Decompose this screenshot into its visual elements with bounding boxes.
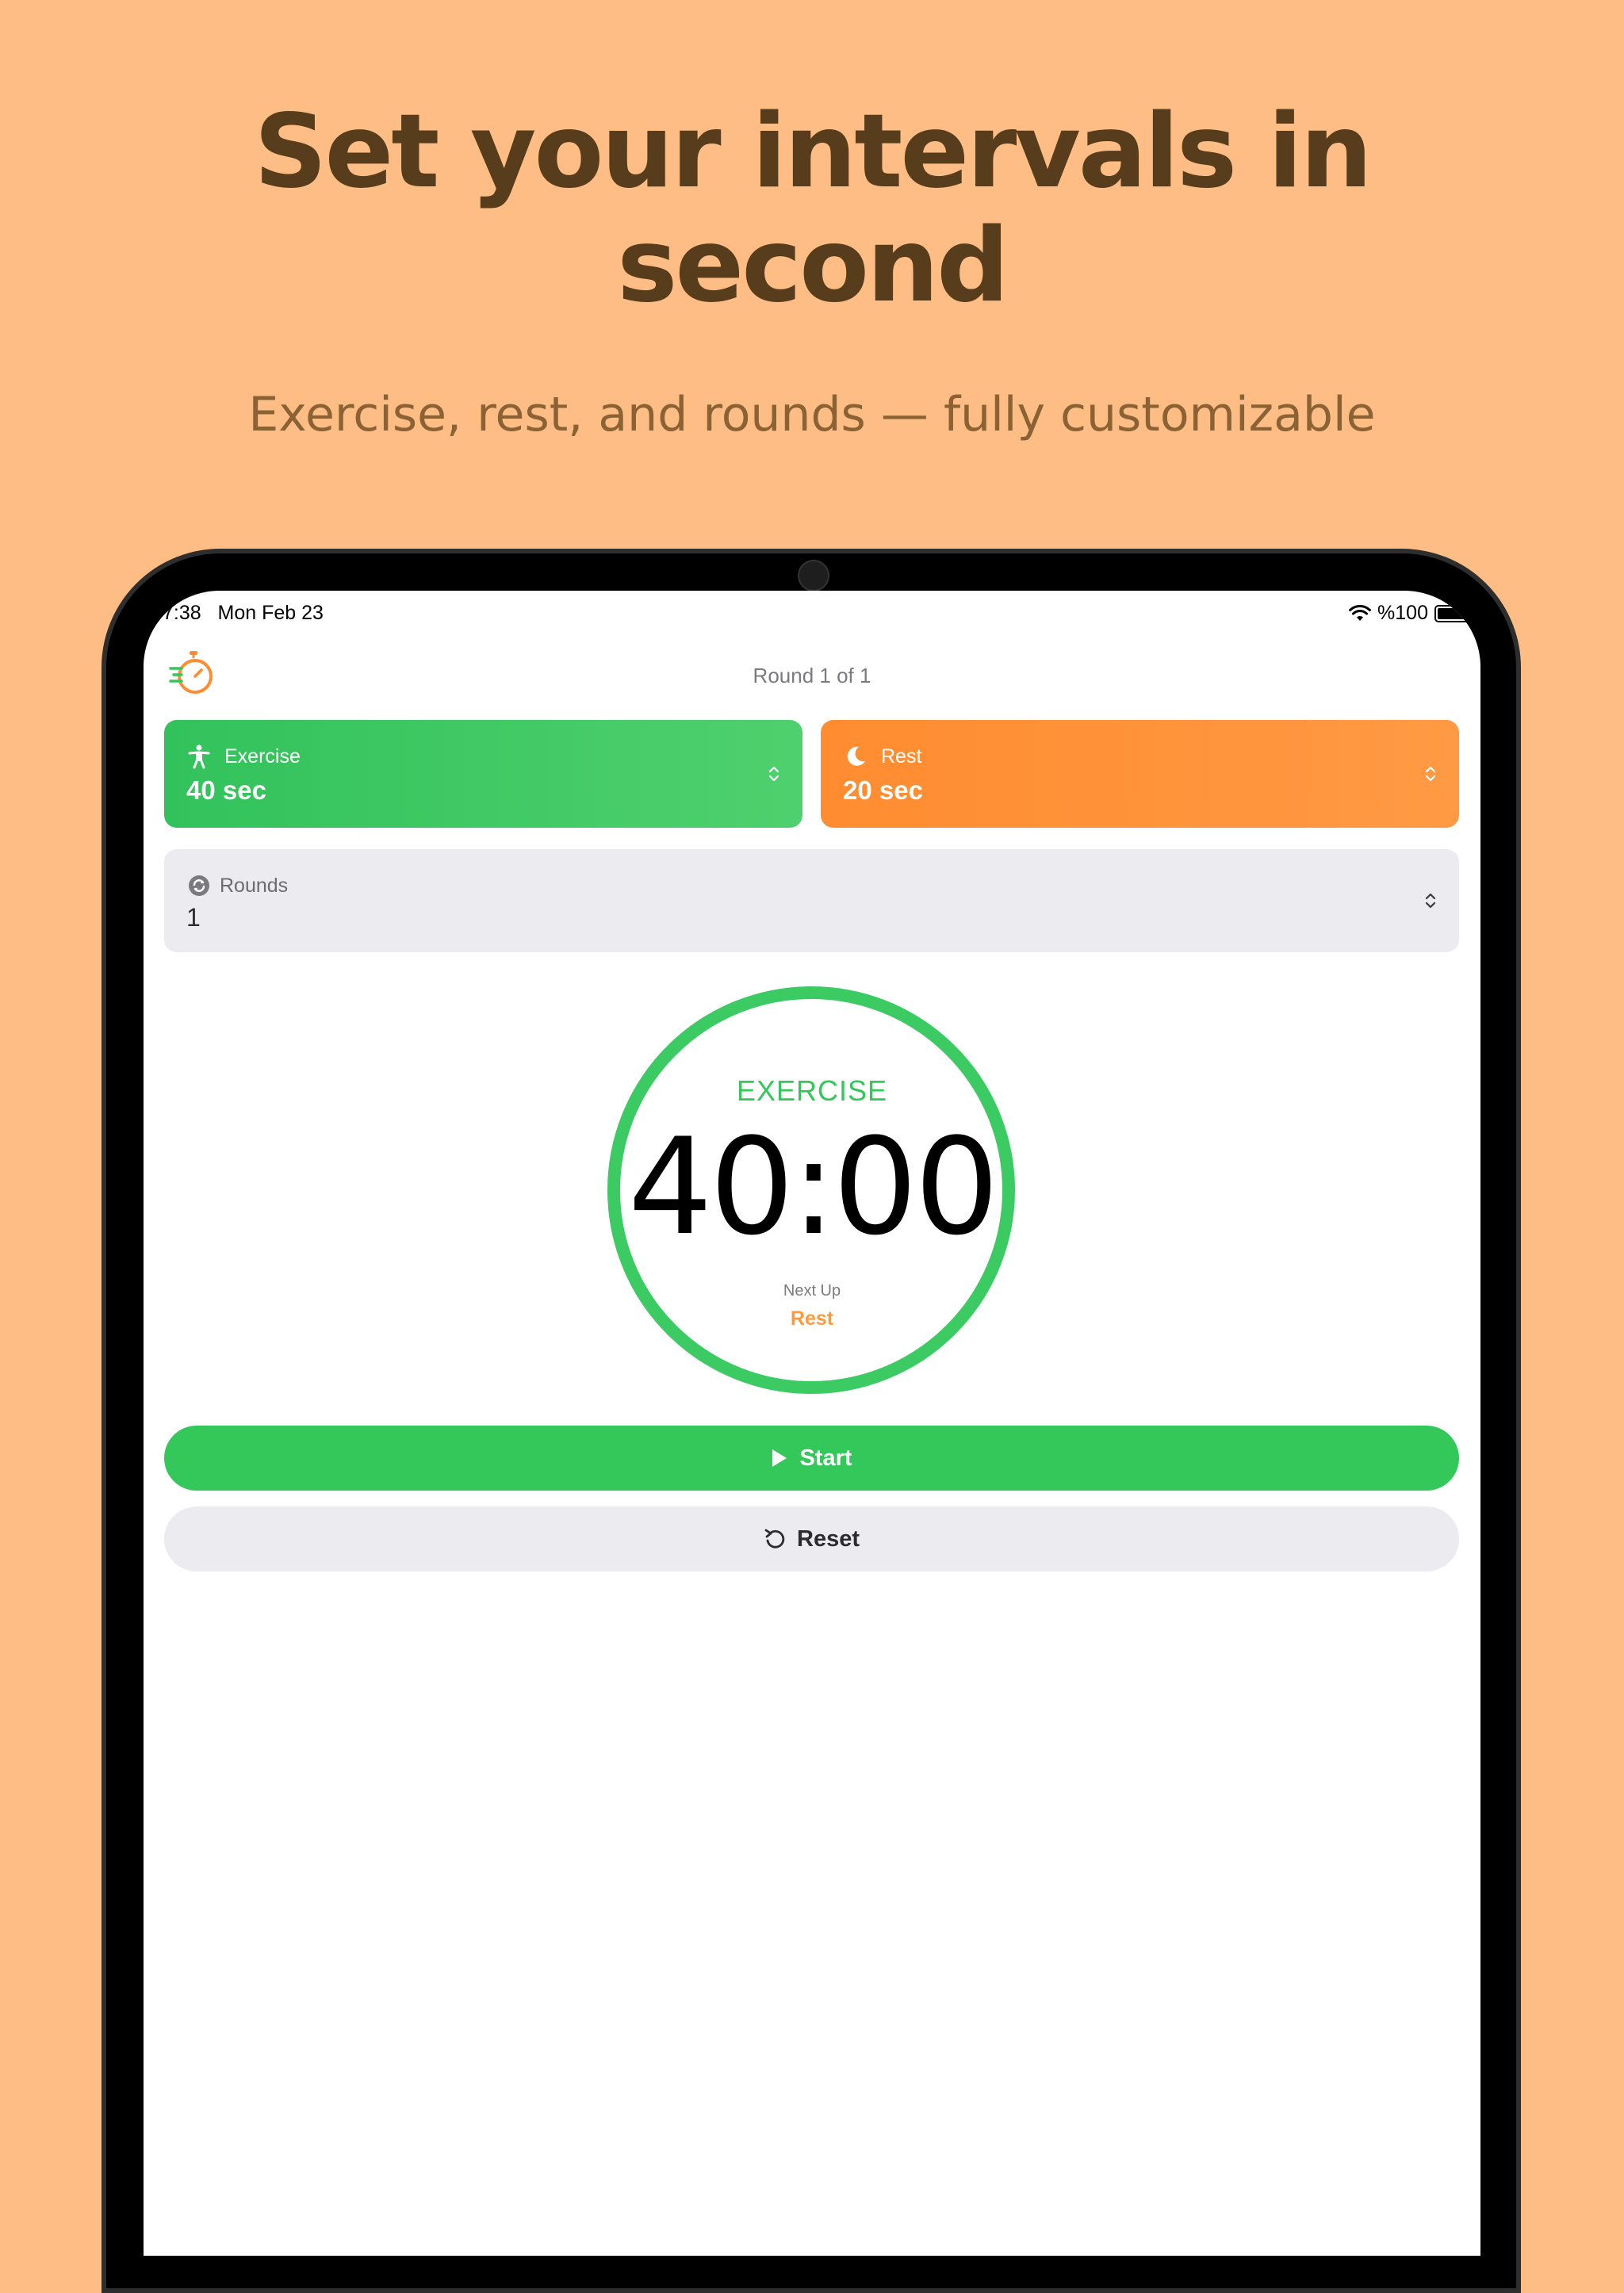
next-up-value: Rest xyxy=(790,1307,834,1330)
rest-value: 20 sec xyxy=(843,775,923,805)
battery-icon xyxy=(1434,604,1469,622)
reset-button[interactable]: Reset xyxy=(164,1506,1459,1571)
status-bar-time: 7:38 Mon Feb 23 xyxy=(163,602,324,625)
front-camera xyxy=(798,560,829,591)
rounds-picker[interactable]: Rounds 1 xyxy=(164,849,1459,952)
round-indicator: Round 1 of 1 xyxy=(753,664,871,687)
reset-button-label: Reset xyxy=(797,1525,860,1552)
promo-headline-line1: Set your intervals in xyxy=(254,93,1373,211)
app-screen: 7:38 Mon Feb 23 %100 Round 1 of 1 Exerci… xyxy=(144,591,1480,2256)
battery-percent: %100 xyxy=(1377,602,1428,624)
exercise-duration-picker[interactable]: Exercise 40 sec xyxy=(164,720,802,828)
status-time: 7:38 xyxy=(163,602,201,624)
rounds-value: 1 xyxy=(186,903,201,932)
exercise-label: Exercise xyxy=(224,745,301,768)
exercise-value: 40 sec xyxy=(186,775,266,805)
rounds-label: Rounds xyxy=(220,875,289,897)
timer-countdown: 40:00 xyxy=(627,1109,999,1265)
play-icon xyxy=(772,1449,787,1467)
repeat-icon xyxy=(189,875,209,896)
rest-label: Rest xyxy=(881,745,922,768)
person-workout-icon xyxy=(188,745,210,769)
next-up-label: Next Up xyxy=(783,1282,841,1300)
timer-phase-label: EXERCISE xyxy=(736,1074,888,1107)
start-button[interactable]: Start xyxy=(164,1426,1459,1491)
wifi-icon xyxy=(1349,604,1372,621)
status-date: Mon Feb 23 xyxy=(217,602,324,624)
chevron-up-down-icon xyxy=(1425,893,1436,909)
promo-subheadline: Exercise, rest, and rounds — fully custo… xyxy=(248,387,1376,442)
promo-headline: Set your intervals in second xyxy=(0,95,1624,323)
promo-headline-line2: second xyxy=(617,207,1009,325)
start-button-label: Start xyxy=(799,1445,852,1471)
status-bar-right: %100 xyxy=(1349,602,1469,625)
rest-duration-picker[interactable]: Rest 20 sec xyxy=(821,720,1459,828)
reset-icon xyxy=(764,1529,785,1548)
chevron-up-down-icon xyxy=(1425,766,1436,782)
moon-icon xyxy=(847,746,865,766)
chevron-up-down-icon xyxy=(768,766,779,782)
